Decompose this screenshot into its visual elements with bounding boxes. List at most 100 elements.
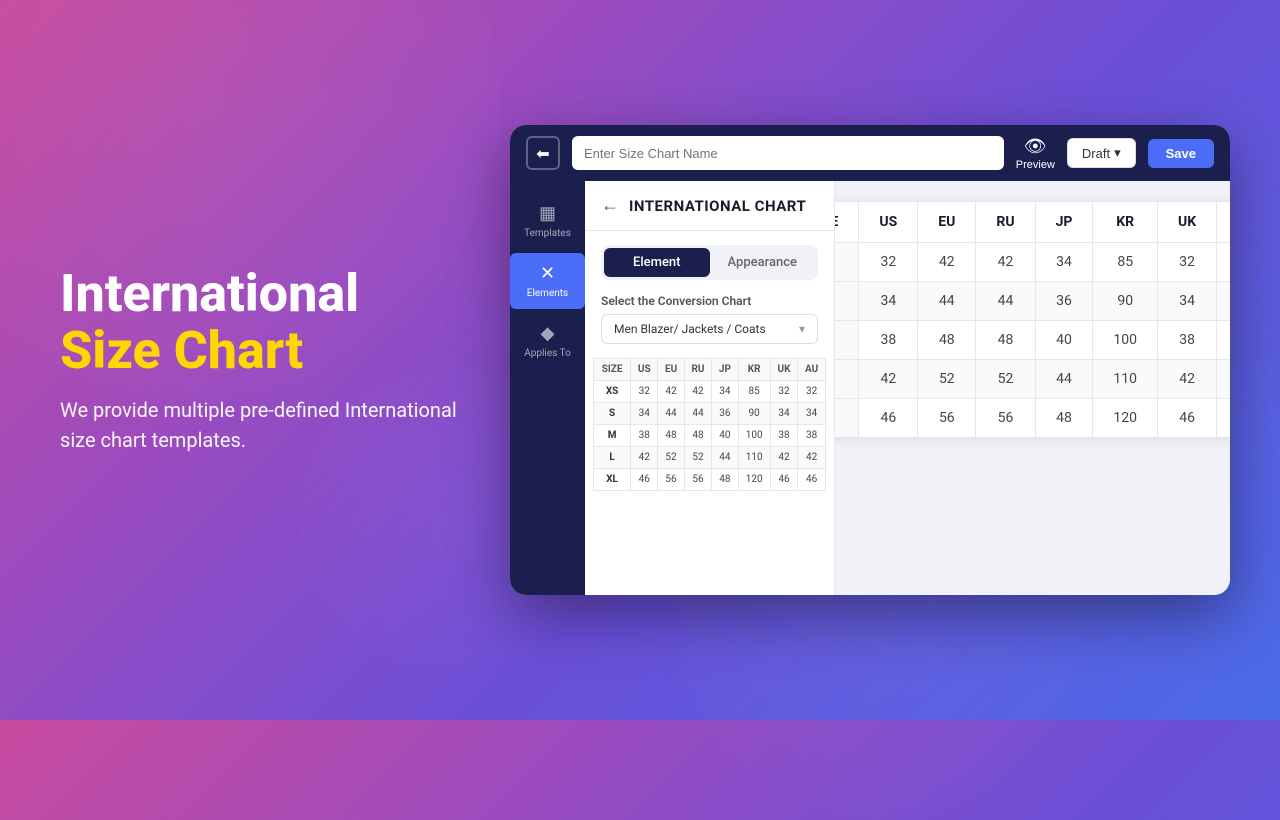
big-col-eu: EU [918, 202, 976, 243]
table-row: L 42 52 52 44 110 42 42 [594, 447, 826, 469]
applies-to-icon: ◆ [541, 323, 555, 344]
cell-jp: 44 [712, 447, 738, 469]
eye-icon: 👁 [1024, 136, 1047, 157]
col-eu: EU [658, 359, 684, 381]
col-size: SIZE [594, 359, 631, 381]
back-icon: ⬅ [536, 144, 549, 163]
cell-eu: 48 [918, 321, 976, 360]
cell-eu: 48 [658, 425, 684, 447]
table-row: XL 46 56 56 48 120 46 46 [835, 399, 1230, 438]
big-col-size: SIZE [835, 202, 859, 243]
big-col-uk: UK [1158, 202, 1217, 243]
panel-back-arrow[interactable]: ← [601, 195, 619, 216]
conversion-dropdown[interactable]: Men Blazer/ Jackets / Coats ▾ [601, 314, 818, 344]
cell-kr: 120 [1093, 399, 1158, 438]
sidebar-item-templates-label: Templates [524, 228, 571, 239]
elements-icon: ✕ [540, 263, 555, 284]
cell-ru: 52 [684, 447, 711, 469]
table-row: L 42 52 52 44 110 42 42 [835, 360, 1230, 399]
cell-size: M [835, 321, 859, 360]
cell-ru: 44 [976, 282, 1035, 321]
main-description: We provide multiple pre-defined Internat… [60, 395, 480, 455]
cell-kr: 85 [1093, 243, 1158, 282]
col-us: US [631, 359, 658, 381]
conversion-label: Select the Conversion Chart [585, 294, 834, 314]
cell-ru: 42 [684, 381, 711, 403]
cell-us: 34 [631, 403, 658, 425]
cell-uk: 46 [770, 469, 797, 491]
mini-size-table: SIZE US EU RU JP KR UK AU XS 32 42 42 34… [593, 358, 826, 491]
cell-uk: 32 [770, 381, 797, 403]
save-button[interactable]: Save [1148, 139, 1214, 168]
cell-jp: 34 [1035, 243, 1093, 282]
cell-eu: 52 [658, 447, 684, 469]
cell-ru: 52 [976, 360, 1035, 399]
cell-kr: 90 [738, 403, 770, 425]
cell-size: S [835, 282, 859, 321]
cell-kr: 110 [1093, 360, 1158, 399]
table-row: XS 32 42 42 34 85 32 32 [594, 381, 826, 403]
cell-kr: 110 [738, 447, 770, 469]
preview-area: SIZEUSEURUJPKRUKAU XS 32 42 42 34 85 32 … [835, 181, 1230, 595]
cell-kr: 100 [1093, 321, 1158, 360]
cell-au: 38 [798, 425, 826, 447]
back-button[interactable]: ⬅ [526, 136, 560, 170]
cell-au: 42 [1217, 360, 1230, 399]
cell-uk: 46 [1158, 399, 1217, 438]
cell-us: 42 [859, 360, 918, 399]
sidebar-item-applies-to[interactable]: ◆ Applies To [510, 313, 585, 369]
big-size-table: SIZEUSEURUJPKRUKAU XS 32 42 42 34 85 32 … [835, 201, 1230, 438]
draft-label: Draft [1082, 146, 1110, 161]
sidebar-item-applies-label: Applies To [524, 348, 571, 359]
cell-us: 32 [631, 381, 658, 403]
cell-uk: 38 [1158, 321, 1217, 360]
cell-au: 34 [798, 403, 826, 425]
cell-jp: 36 [1035, 282, 1093, 321]
cell-us: 46 [631, 469, 658, 491]
tab-appearance[interactable]: Appearance [710, 248, 816, 277]
table-row: S 34 44 44 36 90 34 34 [594, 403, 826, 425]
heading-line2: Size Chart [60, 320, 303, 381]
cell-eu: 44 [918, 282, 976, 321]
heading-line1: International [60, 263, 359, 324]
cell-size: XL [594, 469, 631, 491]
tab-element[interactable]: Element [604, 248, 710, 277]
cell-us: 32 [859, 243, 918, 282]
app-window: ⬅ 👁 Preview Draft ▾ Save ▦ Templates ✕ E… [510, 125, 1230, 595]
cell-au: 46 [798, 469, 826, 491]
cell-uk: 42 [770, 447, 797, 469]
cell-size: XS [835, 243, 859, 282]
cell-kr: 100 [738, 425, 770, 447]
main-heading: International Size Chart [60, 265, 480, 379]
chevron-down-icon: ▾ [1114, 145, 1121, 161]
cell-eu: 42 [918, 243, 976, 282]
left-content-area: International Size Chart We provide mult… [60, 265, 480, 455]
cell-ru: 44 [684, 403, 711, 425]
cell-size: L [835, 360, 859, 399]
table-row: S 34 44 44 36 90 34 34 [835, 282, 1230, 321]
cell-eu: 42 [658, 381, 684, 403]
preview-button[interactable]: 👁 Preview [1016, 136, 1055, 171]
cell-uk: 42 [1158, 360, 1217, 399]
cell-eu: 56 [918, 399, 976, 438]
cell-us: 34 [859, 282, 918, 321]
cell-ru: 48 [684, 425, 711, 447]
dropdown-chevron-icon: ▾ [799, 322, 805, 336]
cell-us: 38 [631, 425, 658, 447]
cell-kr: 120 [738, 469, 770, 491]
cell-kr: 90 [1093, 282, 1158, 321]
chart-name-input[interactable] [572, 136, 1004, 170]
cell-eu: 56 [658, 469, 684, 491]
cell-size: XS [594, 381, 631, 403]
sidebar-item-templates[interactable]: ▦ Templates [510, 193, 585, 249]
dropdown-value: Men Blazer/ Jackets / Coats [614, 322, 766, 336]
cell-ru: 42 [976, 243, 1035, 282]
save-label: Save [1166, 146, 1196, 161]
draft-button[interactable]: Draft ▾ [1067, 138, 1136, 168]
cell-au: 32 [1217, 243, 1230, 282]
cell-uk: 34 [1158, 282, 1217, 321]
cell-au: 46 [1217, 399, 1230, 438]
sidebar-item-elements[interactable]: ✕ Elements [510, 253, 585, 309]
cell-jp: 40 [712, 425, 738, 447]
big-col-us: US [859, 202, 918, 243]
